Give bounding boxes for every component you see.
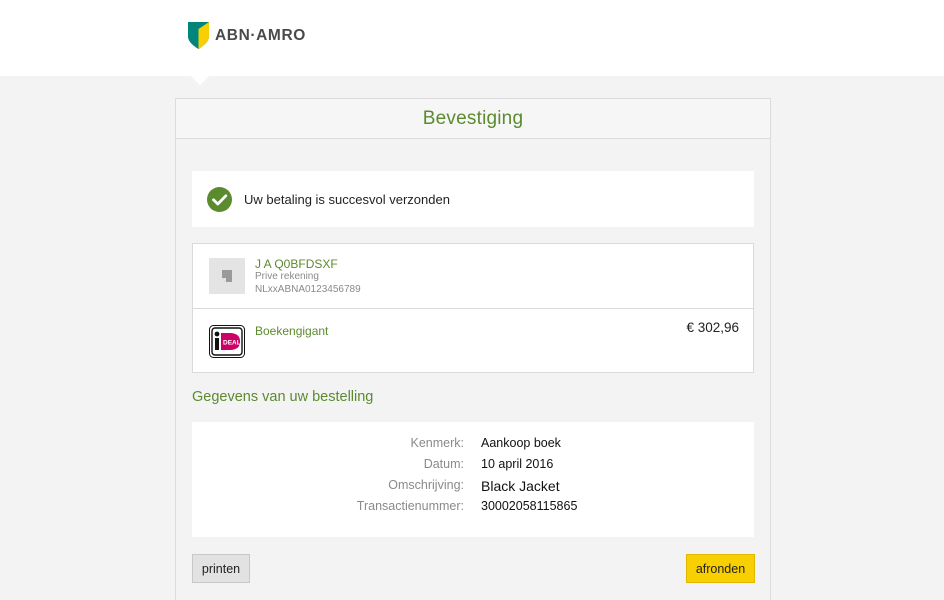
detail-label: Transactienummer:	[356, 499, 464, 513]
order-details-title: Gegevens van uw bestelling	[192, 389, 374, 405]
ideal-logo-icon: DEAL	[209, 325, 245, 358]
payment-amount: € 302,96	[686, 320, 739, 335]
payment-parties: J A Q0BFDSXF Prive rekening NLxxABNA0123…	[192, 243, 754, 373]
payer-iban: NLxxABNA0123456789	[255, 284, 361, 295]
page-title: Bevestiging	[422, 107, 524, 129]
payer-name: J A Q0BFDSXF	[255, 257, 338, 271]
top-header: ABN·AMRO	[0, 0, 944, 76]
detail-row-transactienummer: Transactienummer: 30002058115865	[192, 499, 754, 519]
print-button[interactable]: printen	[192, 554, 250, 583]
payer-account-type: Prive rekening	[255, 271, 319, 282]
detail-label: Omschrijving:	[388, 478, 464, 492]
confirmation-card: Bevestiging Uw betaling is succesvol ver…	[175, 98, 771, 600]
success-message-panel: Uw betaling is succesvol verzonden	[192, 171, 754, 227]
header-notch	[191, 76, 209, 85]
detail-value: 30002058115865	[481, 499, 578, 513]
payee-account: DEAL Boekengigant € 302,96	[193, 309, 753, 372]
card-header: Bevestiging	[176, 99, 770, 139]
detail-label: Datum:	[423, 457, 464, 471]
detail-value: Aankoop boek	[481, 436, 561, 450]
detail-row-kenmerk: Kenmerk: Aankoop boek	[192, 436, 754, 456]
abn-amro-logo[interactable]: ABN·AMRO	[188, 22, 306, 49]
bank-icon	[209, 258, 245, 294]
finish-button[interactable]: afronden	[686, 554, 755, 583]
payer-account: J A Q0BFDSXF Prive rekening NLxxABNA0123…	[193, 244, 753, 309]
detail-row-datum: Datum: 10 april 2016	[192, 457, 754, 477]
order-details: Kenmerk: Aankoop boek Datum: 10 april 20…	[192, 422, 754, 537]
detail-value: 10 april 2016	[481, 457, 554, 471]
payee-name: Boekengigant	[255, 324, 329, 338]
detail-value: Black Jacket	[481, 478, 560, 494]
check-circle-icon	[207, 186, 232, 212]
shield-logo-icon	[188, 22, 209, 49]
svg-text:DEAL: DEAL	[223, 340, 241, 347]
detail-row-omschrijving: Omschrijving: Black Jacket	[192, 478, 754, 498]
success-message: Uw betaling is succesvol verzonden	[244, 191, 450, 207]
logo-text: ABN·AMRO	[215, 26, 306, 44]
detail-label: Kenmerk:	[410, 436, 465, 450]
